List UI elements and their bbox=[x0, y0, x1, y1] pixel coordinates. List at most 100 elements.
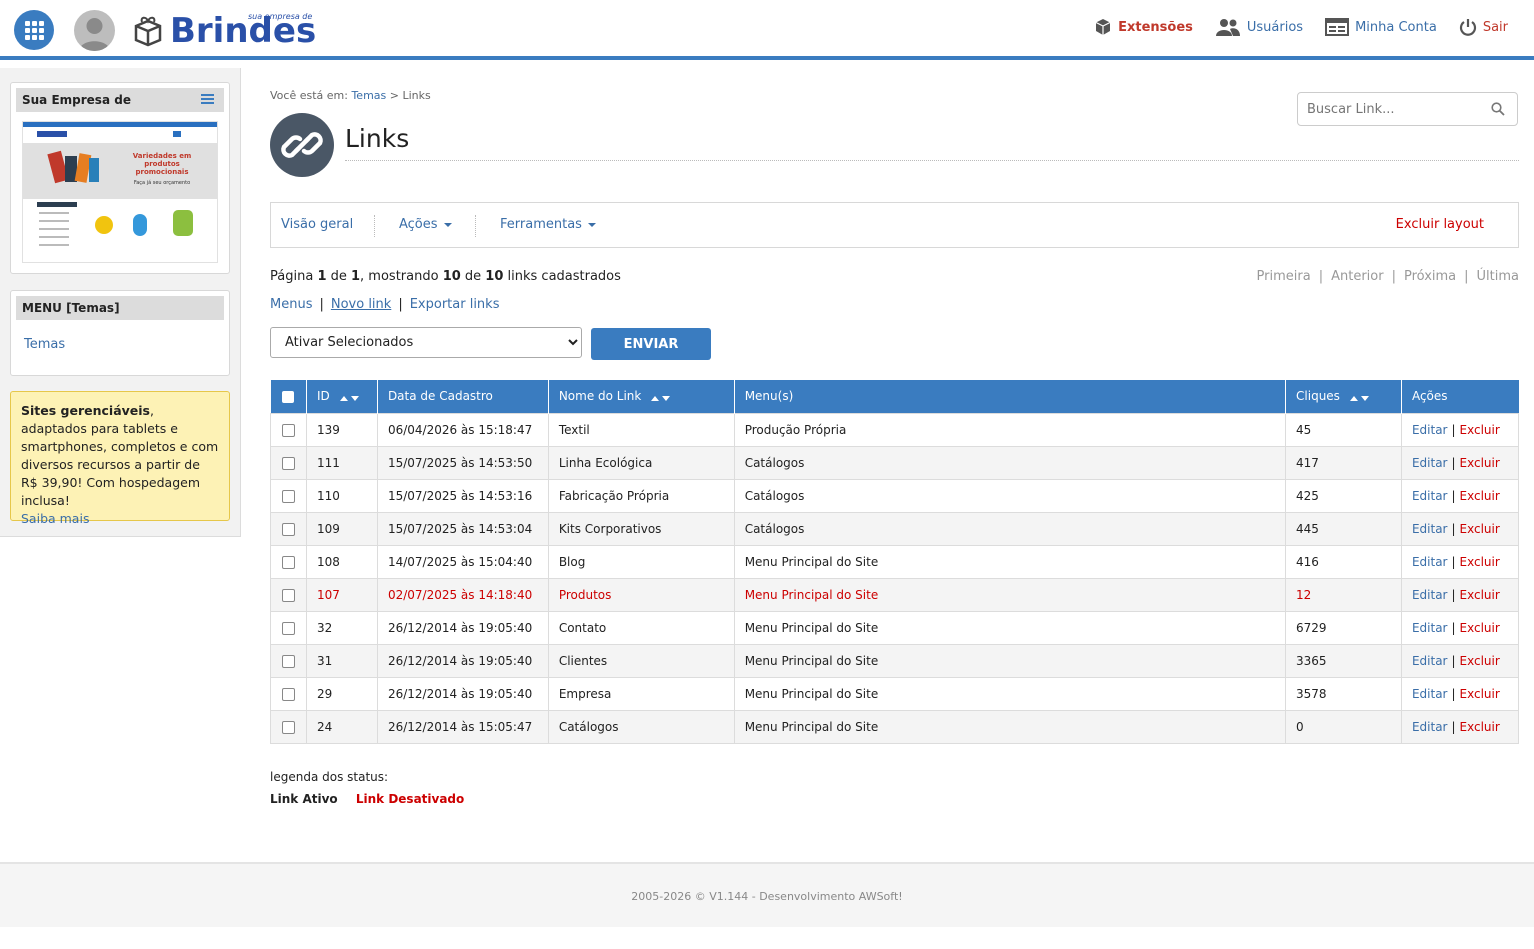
legend-active: Link Ativo bbox=[270, 792, 338, 806]
paging-total: 10 bbox=[485, 269, 504, 284]
menu-hamburger-icon[interactable] bbox=[201, 94, 214, 105]
cell-menu: Menu Principal do Site bbox=[733, 709, 1287, 744]
search-box bbox=[1297, 92, 1518, 126]
cell-actions: Editar | Excluir bbox=[1400, 412, 1520, 447]
cell-clicks: 425 bbox=[1285, 478, 1402, 513]
cell-date: 14/07/2025 às 15:04:40 bbox=[376, 544, 549, 579]
sort-arrows-icon[interactable] bbox=[651, 390, 673, 404]
apps-grid-icon[interactable] bbox=[14, 10, 54, 50]
paging-text: Página bbox=[270, 269, 318, 284]
pager-prev[interactable]: Anterior bbox=[1331, 269, 1383, 284]
row-checkbox[interactable] bbox=[281, 423, 295, 437]
row-checkbox[interactable] bbox=[281, 555, 295, 569]
promo-learn-more-link[interactable]: Saiba mais bbox=[21, 511, 89, 526]
new-link-link[interactable]: Novo link bbox=[331, 297, 391, 312]
links-sep: | bbox=[319, 297, 324, 312]
table-row: 108 14/07/2025 às 15:04:40 Blog Menu Princi… bbox=[270, 544, 1520, 579]
send-button[interactable]: ENVIAR bbox=[591, 328, 711, 360]
actions-sep: | bbox=[1451, 620, 1456, 635]
search-icon[interactable] bbox=[1491, 102, 1505, 116]
promo-text: , adaptados para tablets e smartphones, … bbox=[21, 403, 219, 508]
nav-my-account[interactable]: Minha Conta bbox=[1325, 18, 1437, 36]
breadcrumb-temas-link[interactable]: Temas bbox=[351, 89, 386, 102]
delete-link[interactable]: Excluir bbox=[1460, 522, 1500, 536]
table-row: 111 15/07/2025 às 14:53:50 Linha Ecológica… bbox=[270, 445, 1520, 480]
pager-last[interactable]: Última bbox=[1477, 269, 1519, 284]
cell-menu: Menu Principal do Site bbox=[733, 577, 1287, 612]
menus-link[interactable]: Menus bbox=[270, 297, 312, 312]
delete-link[interactable]: Excluir bbox=[1460, 687, 1500, 701]
row-select-cell bbox=[270, 544, 307, 579]
delete-link[interactable]: Excluir bbox=[1460, 423, 1500, 437]
actions-dropdown[interactable]: Ações bbox=[399, 217, 452, 232]
edit-link[interactable]: Editar bbox=[1412, 456, 1448, 470]
brand-logo[interactable]: Brindes sua empresa de bbox=[132, 10, 332, 52]
sort-arrows-icon[interactable] bbox=[1349, 390, 1372, 404]
delete-layout-button[interactable]: Excluir layout bbox=[1396, 217, 1484, 232]
cell-date: 26/12/2014 às 19:05:40 bbox=[376, 610, 549, 645]
nav-users[interactable]: Usuários bbox=[1215, 18, 1303, 36]
power-icon bbox=[1459, 19, 1476, 36]
cell-menu: Menu Principal do Site bbox=[733, 676, 1287, 711]
edit-link[interactable]: Editar bbox=[1412, 522, 1448, 536]
row-checkbox[interactable] bbox=[281, 588, 295, 602]
sort-arrows-icon[interactable] bbox=[339, 390, 362, 404]
cell-name: Empresa bbox=[547, 676, 735, 711]
edit-link[interactable]: Editar bbox=[1412, 687, 1448, 701]
row-checkbox[interactable] bbox=[281, 621, 295, 635]
row-checkbox[interactable] bbox=[281, 687, 295, 701]
table-row: 109 15/07/2025 às 14:53:04 Kits Corporativ… bbox=[270, 511, 1520, 546]
row-checkbox[interactable] bbox=[281, 522, 295, 536]
row-checkbox[interactable] bbox=[281, 654, 295, 668]
delete-link[interactable]: Excluir bbox=[1460, 456, 1500, 470]
user-avatar[interactable] bbox=[74, 10, 115, 51]
cell-id: 107 bbox=[305, 577, 378, 612]
nav-logout-label: Sair bbox=[1482, 19, 1508, 35]
row-checkbox[interactable] bbox=[281, 489, 295, 503]
edit-link[interactable]: Editar bbox=[1412, 423, 1448, 437]
pager-next[interactable]: Próxima bbox=[1404, 269, 1456, 284]
edit-link[interactable]: Editar bbox=[1412, 555, 1448, 569]
title-divider bbox=[345, 160, 1519, 161]
row-checkbox[interactable] bbox=[281, 720, 295, 734]
select-all-checkbox[interactable] bbox=[282, 390, 295, 403]
nav-extensions[interactable]: Extensões bbox=[1094, 18, 1193, 36]
col-id[interactable]: ID bbox=[306, 380, 378, 413]
cell-menu: Menu Principal do Site bbox=[733, 544, 1287, 579]
delete-link[interactable]: Excluir bbox=[1460, 720, 1500, 734]
col-clicks[interactable]: Cliques bbox=[1285, 380, 1402, 413]
nav-logout[interactable]: Sair bbox=[1459, 18, 1508, 36]
actions-sep: | bbox=[1451, 719, 1456, 734]
cell-clicks: 417 bbox=[1285, 445, 1402, 480]
top-header: Brindes sua empresa de Extensões Usuário… bbox=[0, 0, 1534, 60]
paging-text: , mostrando bbox=[360, 269, 443, 284]
col-name[interactable]: Nome do Link bbox=[548, 380, 735, 413]
pager-first[interactable]: Primeira bbox=[1257, 269, 1311, 284]
delete-link[interactable]: Excluir bbox=[1460, 621, 1500, 635]
cell-id: 109 bbox=[305, 511, 378, 546]
nav-users-label: Usuários bbox=[1246, 19, 1304, 35]
delete-link[interactable]: Excluir bbox=[1460, 588, 1500, 602]
cell-actions: Editar | Excluir bbox=[1400, 577, 1520, 612]
sidebar-item-temas[interactable]: Temas bbox=[24, 337, 65, 352]
cell-menu: Catálogos bbox=[733, 478, 1287, 513]
export-links-link[interactable]: Exportar links bbox=[410, 297, 500, 312]
search-input[interactable] bbox=[1307, 102, 1477, 117]
nav-extensions-label: Extensões bbox=[1118, 19, 1193, 35]
edit-link[interactable]: Editar bbox=[1412, 720, 1448, 734]
row-checkbox[interactable] bbox=[281, 456, 295, 470]
edit-link[interactable]: Editar bbox=[1412, 654, 1448, 668]
bulk-action-select[interactable]: Ativar Selecionados bbox=[270, 327, 582, 358]
tab-overview[interactable]: Visão geral bbox=[281, 217, 353, 232]
edit-link[interactable]: Editar bbox=[1412, 588, 1448, 602]
breadcrumb-current: Links bbox=[402, 89, 431, 102]
site-thumbnail[interactable]: Variedades em produtos promocionais Faça… bbox=[22, 121, 218, 263]
delete-link[interactable]: Excluir bbox=[1460, 654, 1500, 668]
site-box-title: Sua Empresa de bbox=[16, 88, 224, 112]
delete-link[interactable]: Excluir bbox=[1460, 555, 1500, 569]
promo-box: Sites gerenciáveis, adaptados para table… bbox=[10, 391, 230, 526]
tools-dropdown[interactable]: Ferramentas bbox=[500, 217, 596, 232]
edit-link[interactable]: Editar bbox=[1412, 621, 1448, 635]
edit-link[interactable]: Editar bbox=[1412, 489, 1448, 503]
delete-link[interactable]: Excluir bbox=[1460, 489, 1500, 503]
